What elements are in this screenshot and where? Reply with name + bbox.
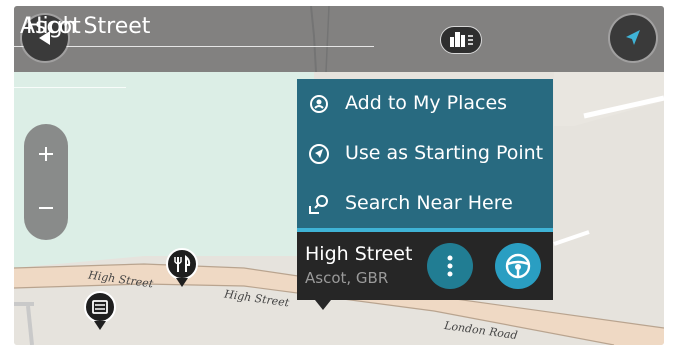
minus-icon [39,207,53,209]
steering-wheel-icon [505,253,531,279]
more-vertical-icon [447,255,453,277]
menu-item-label: Add to My Places [345,92,508,114]
city-selector-icon[interactable] [440,26,482,54]
restaurant-icon [174,254,191,272]
plus-icon [39,147,53,161]
search-bar: High Street Ascot [14,6,664,88]
restaurant-pin[interactable] [166,248,198,280]
search-near-icon [309,195,328,214]
cash-machine-icon [92,300,108,314]
location-popup-menu: Add to My Places Use as Starting Point S… [297,79,553,229]
zoom-out-button[interactable] [24,188,68,228]
cash-machine-pin[interactable] [84,291,116,323]
location-subtitle: Ascot, GBR [305,269,389,287]
pin-pointer [94,321,106,330]
card-pointer [315,300,331,310]
add-place-icon [310,95,328,113]
menu-item-search-near-here[interactable]: Search Near Here [297,179,553,229]
starting-point-icon [309,144,329,164]
screenshot-frame: High Street High Street London Road High… [0,0,678,351]
more-options-button[interactable] [427,243,473,289]
city-input-value: Ascot [20,14,81,39]
location-title: High Street [305,243,413,265]
zoom-control [24,124,68,240]
current-location-button[interactable] [610,15,656,61]
menu-item-use-as-starting-point[interactable]: Use as Starting Point [297,129,553,179]
location-info-card[interactable]: High Street Ascot, GBR [297,232,553,300]
zoom-in-button[interactable] [24,134,68,174]
menu-item-add-to-my-places[interactable]: Add to My Places [297,79,553,129]
menu-item-label: Use as Starting Point [345,142,544,164]
menu-item-label: Search Near Here [345,192,513,214]
navigation-screen: High Street High Street London Road High… [14,6,664,345]
pin-pointer [176,278,188,287]
city-buildings-icon [450,32,473,47]
drive-button[interactable] [495,243,541,289]
navigation-arrow-icon [626,30,640,45]
